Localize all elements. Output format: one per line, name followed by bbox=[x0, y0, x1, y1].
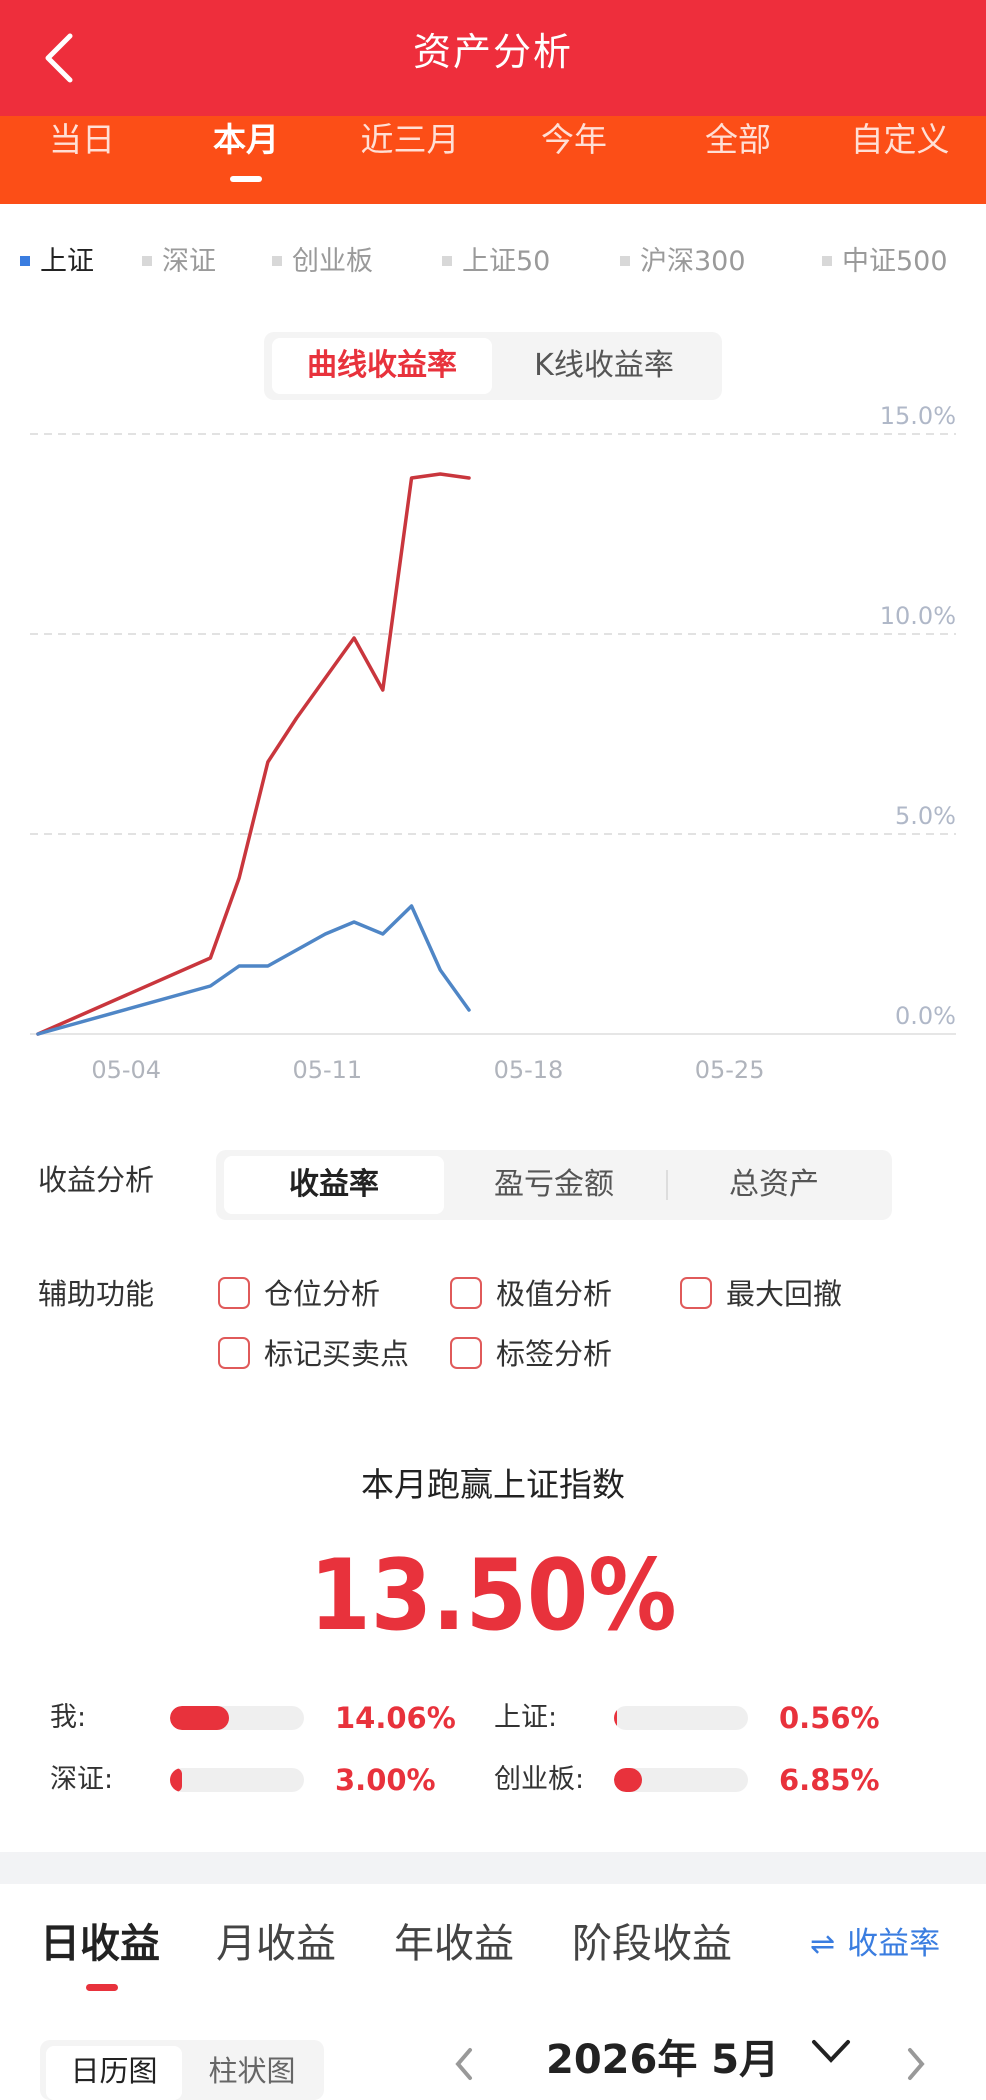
compare-bar-fill bbox=[170, 1706, 230, 1730]
compare-bar-fill bbox=[170, 1768, 183, 1792]
y-tick-label: 15.0% bbox=[880, 402, 956, 430]
tab-three-months[interactable]: 近三月 bbox=[328, 116, 492, 204]
calendar-view-button[interactable]: 日历图 bbox=[46, 2046, 182, 2100]
compare-bar-track bbox=[170, 1706, 304, 1730]
chevron-down-icon bbox=[812, 2040, 850, 2063]
index-sse50[interactable]: 上证50 bbox=[442, 240, 550, 284]
checkbox-icon bbox=[450, 1277, 482, 1309]
extreme-analysis-checkbox[interactable]: 极值分析 bbox=[450, 1272, 612, 1316]
mark-trades-checkbox[interactable]: 标记买卖点 bbox=[218, 1332, 409, 1376]
rate-toggle-button[interactable]: ⇌ 收益率 bbox=[810, 1918, 940, 1971]
compare-bar-fill bbox=[614, 1706, 617, 1730]
x-tick-label: 05-04 bbox=[91, 1056, 161, 1084]
chevron-left-icon bbox=[455, 2048, 472, 2080]
x-tick-label: 05-18 bbox=[494, 1056, 564, 1084]
active-tab-indicator bbox=[86, 1984, 118, 1991]
aux-functions-label: 辅助功能 bbox=[38, 1277, 155, 1311]
total-assets-button[interactable]: 总资产 bbox=[664, 1156, 884, 1214]
calendar-view-segment: 日历图 柱状图 bbox=[40, 2040, 324, 2100]
tab-monthly-earnings[interactable]: 月收益 bbox=[216, 1914, 336, 1974]
index-shanghai[interactable]: 上证 bbox=[20, 240, 94, 284]
index-shenzhen[interactable]: 深证 bbox=[142, 240, 216, 284]
compare-value: 14.06% bbox=[335, 1701, 456, 1735]
beat-index-value: 13.50% bbox=[309, 1539, 677, 1653]
compare-chinext: 创业板: 6.85% bbox=[494, 1760, 894, 1800]
index-csi500[interactable]: 中证500 bbox=[822, 240, 948, 284]
bar-view-button[interactable]: 柱状图 bbox=[184, 2046, 320, 2100]
curve-return-button[interactable]: 曲线收益率 bbox=[272, 338, 492, 394]
compare-shenzhen: 深证: 3.00% bbox=[50, 1760, 450, 1800]
compare-label: 创业板: bbox=[494, 1764, 585, 1795]
checkbox-icon bbox=[218, 1277, 250, 1309]
tab-yearly-earnings[interactable]: 年收益 bbox=[394, 1914, 514, 1974]
compare-label: 我: bbox=[50, 1702, 87, 1733]
legend-square-icon bbox=[272, 255, 282, 266]
section-divider bbox=[0, 1852, 986, 1884]
tab-stage-earnings[interactable]: 阶段收益 bbox=[572, 1914, 732, 1974]
compare-shanghai: 上证: 0.56% bbox=[494, 1698, 894, 1738]
compare-bar-track bbox=[614, 1768, 748, 1792]
prev-month-button[interactable] bbox=[450, 2044, 480, 2084]
tab-this-year[interactable]: 今年 bbox=[492, 116, 656, 204]
legend-square-icon bbox=[822, 255, 832, 266]
compare-value: 0.56% bbox=[779, 1701, 880, 1735]
chevron-right-icon bbox=[908, 2048, 925, 2080]
return-chart: 15.0% 10.0% 5.0% 0.0% 05-04 05-11 05-18 05-25 bbox=[30, 402, 956, 1084]
max-drawdown-checkbox[interactable]: 最大回撤 bbox=[680, 1272, 842, 1316]
compare-label: 上证: bbox=[494, 1702, 558, 1733]
profit-analysis-label: 收益分析 bbox=[38, 1163, 155, 1197]
earnings-section: 日收益 月收益 年收益 阶段收益 ⇌ 收益率 日历图 柱状图 2026年 5月 bbox=[0, 1884, 986, 2100]
tab-this-month[interactable]: 本月 bbox=[164, 116, 328, 204]
tag-analysis-checkbox[interactable]: 标签分析 bbox=[450, 1332, 612, 1376]
y-tick-label: 10.0% bbox=[880, 602, 956, 630]
x-tick-label: 05-25 bbox=[695, 1056, 765, 1084]
return-rate-button[interactable]: 收益率 bbox=[224, 1156, 444, 1214]
beat-index-label: 本月跑赢上证指数 bbox=[361, 1465, 625, 1504]
compare-bar-fill bbox=[614, 1768, 643, 1792]
y-tick-label: 5.0% bbox=[895, 802, 956, 830]
tab-all[interactable]: 全部 bbox=[656, 116, 820, 204]
legend-square-icon bbox=[620, 255, 630, 266]
tab-today[interactable]: 当日 bbox=[0, 116, 164, 204]
active-tab-indicator bbox=[230, 176, 262, 182]
legend-square-icon bbox=[20, 255, 30, 266]
month-label: 2026年 5月 bbox=[546, 2037, 780, 2083]
compare-bar-track bbox=[170, 1768, 304, 1792]
compare-label: 深证: bbox=[50, 1764, 114, 1795]
y-tick-label: 0.0% bbox=[895, 1002, 956, 1030]
checkbox-icon bbox=[218, 1337, 250, 1369]
position-analysis-checkbox[interactable]: 仓位分析 bbox=[218, 1272, 380, 1316]
page-title: 资产分析 bbox=[412, 30, 573, 74]
legend-square-icon bbox=[442, 255, 452, 266]
kline-return-button[interactable]: K线收益率 bbox=[494, 338, 714, 394]
compare-bar-track bbox=[614, 1706, 748, 1730]
next-month-button[interactable] bbox=[900, 2044, 930, 2084]
index-selector: 上证 深证 创业板 上证50 沪深300 中证500 bbox=[0, 240, 986, 284]
legend-square-icon bbox=[142, 255, 152, 266]
index-csi300[interactable]: 沪深300 bbox=[620, 240, 746, 284]
compare-me: 我: 14.06% bbox=[50, 1698, 456, 1738]
profit-analysis-segment: 收益率 盈亏金额 总资产 bbox=[216, 1150, 892, 1220]
chart-type-toggle: 曲线收益率 K线收益率 bbox=[264, 332, 722, 400]
tab-custom[interactable]: 自定义 bbox=[818, 116, 982, 204]
series-line bbox=[36, 904, 471, 1036]
app-header: 资产分析 bbox=[0, 0, 986, 116]
index-chinext[interactable]: 创业板 bbox=[272, 240, 373, 284]
compare-value: 6.85% bbox=[779, 1763, 880, 1797]
series-line bbox=[36, 472, 471, 1036]
x-tick-label: 05-11 bbox=[292, 1056, 362, 1084]
profit-amount-button[interactable]: 盈亏金额 bbox=[444, 1156, 664, 1214]
period-tabs: 当日 本月 近三月 今年 全部 自定义 bbox=[0, 116, 986, 204]
checkbox-icon bbox=[680, 1277, 712, 1309]
calendar-picker-button[interactable] bbox=[806, 2034, 856, 2074]
checkbox-icon bbox=[450, 1337, 482, 1369]
swap-icon: ⇌ bbox=[810, 1927, 836, 1962]
compare-value: 3.00% bbox=[335, 1763, 436, 1797]
tab-daily-earnings[interactable]: 日收益 bbox=[40, 1914, 160, 1974]
